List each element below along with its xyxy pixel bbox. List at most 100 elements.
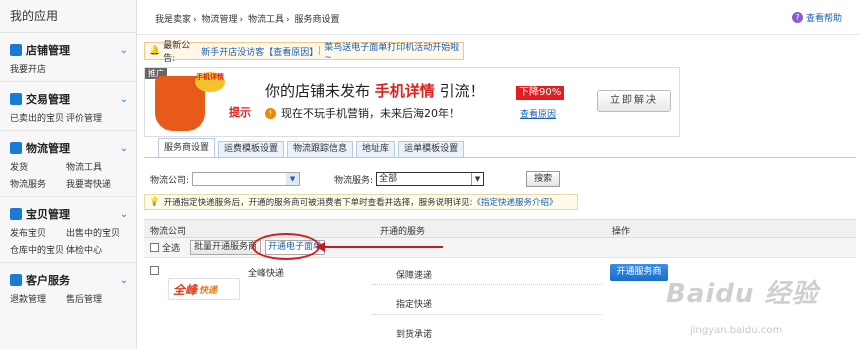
sidebar-section-header[interactable]: 物流管理 ⌄ (10, 138, 128, 158)
sidebar-section-title: 宝贝管理 (26, 208, 70, 221)
batch-open-button[interactable]: 批量开通服务商 (190, 240, 262, 255)
sidebar-link-on-sale[interactable]: 出售中的宝贝 (66, 226, 126, 239)
tab-tracking[interactable]: 物流跟踪信息 (287, 141, 354, 158)
sidebar-link-logistics-tools[interactable]: 物流工具 (66, 160, 126, 173)
service-item: 指定快递 (396, 300, 433, 310)
banner-headline: 你的店铺未发布 手机详情 引流！ (265, 82, 485, 100)
sidebar-section-items: 宝贝管理 ⌄ 发布宝贝 出售中的宝贝 仓库中的宝贝 体检中心 (0, 197, 136, 263)
sidebar: 我的应用 店铺管理 ⌄ 我要开店 交易管理 ⌄ 已卖出的宝贝 评价管理 物流管理… (0, 0, 137, 349)
discount-badge: 下降90% (516, 86, 565, 100)
service-icon (10, 274, 22, 286)
sidebar-section-title: 店铺管理 (26, 44, 70, 57)
select-all-checkbox[interactable] (150, 243, 159, 252)
tab-bar: 服务商设置 运费模板设置 物流跟踪信息 地址库 运单模板设置 (158, 138, 467, 158)
sidebar-link-after-sales[interactable]: 售后管理 (66, 292, 126, 305)
announcement-prefix: 最新公告: (163, 41, 191, 64)
chevron-down-icon[interactable]: ⌄ (120, 275, 128, 286)
tab-waybill-template[interactable]: 运单模板设置 (398, 141, 465, 158)
chevron-down-icon: ▼ (471, 173, 483, 185)
chevron-down-icon[interactable]: ⌄ (120, 94, 128, 105)
highlight-circle (252, 233, 320, 260)
sidebar-section-store: 店铺管理 ⌄ 我要开店 (0, 33, 136, 82)
service-select-value: 全部 (379, 174, 398, 184)
column-header: 操作 (612, 227, 631, 237)
breadcrumb-item[interactable]: 物流管理 (202, 15, 238, 25)
mobile-detail-tag: 手机详情 (195, 72, 225, 92)
sidebar-section-header[interactable]: 宝贝管理 ⌄ (10, 204, 128, 224)
column-header: 开通的服务 (380, 227, 426, 237)
chevron-down-icon[interactable]: ⌄ (120, 45, 128, 56)
sidebar-link-reviews[interactable]: 评价管理 (66, 111, 126, 124)
filter-bar: 物流公司: ▼ 物流服务: 全部 ▼ 搜索 (150, 171, 561, 187)
row-checkbox[interactable] (150, 266, 159, 275)
sidebar-section-header[interactable]: 客户服务 ⌄ (10, 270, 128, 290)
breadcrumb-item[interactable]: 我是卖家 (155, 15, 191, 25)
company-select[interactable]: ▼ (192, 172, 301, 186)
divider (372, 284, 602, 285)
trade-icon (10, 93, 22, 105)
service-item: 保障速递 (396, 271, 433, 281)
banner-subline: ! 现在不玩手机营销，未来后海20年！ (265, 105, 460, 121)
chevron-down-icon[interactable]: ⌄ (120, 143, 128, 154)
chevron-down-icon[interactable]: ⌄ (120, 209, 128, 220)
sidebar-section-service: 客户服务 ⌄ 退款管理 售后管理 (0, 263, 136, 311)
select-all-label: 全选 (162, 244, 181, 254)
divider (372, 314, 602, 315)
sidebar-link-warehouse[interactable]: 仓库中的宝贝 (10, 243, 66, 256)
table-toolbar: 全选 批量开通服务商 开通电子面单 (144, 238, 856, 258)
sidebar-section-title: 交易管理 (26, 93, 70, 106)
tip-link[interactable]: 《指定快递服务介绍》 (472, 196, 557, 208)
announcement-link[interactable]: 新手开店没访客【查看原因】 (201, 45, 318, 58)
courier-name: 全峰快递 (248, 269, 285, 279)
shirt-icon (10, 208, 22, 220)
open-provider-button[interactable]: 开通服务商 (610, 264, 668, 281)
view-reason-link[interactable]: 查看原因 (520, 107, 556, 120)
info-tip: 💡 开通指定快递服务后，开通的服务商可被消费者下单时查看并选择，服务说明详见: … (144, 194, 578, 210)
sidebar-section-logistics: 物流管理 ⌄ 发货 物流工具 物流服务 我要寄快递 (0, 131, 136, 197)
store-icon (10, 44, 22, 56)
arrow-head-icon (316, 242, 325, 252)
top-bar: 我是卖家 › 物流管理 › 物流工具 › 服务商设置 ? 查看帮助 (137, 0, 860, 35)
tab-freight-template[interactable]: 运费模板设置 (218, 141, 285, 158)
sidebar-link-checkup[interactable]: 体检中心 (66, 243, 126, 256)
sidebar-link-sold-items[interactable]: 已卖出的宝贝 (10, 111, 66, 124)
sidebar-link-logistics-service[interactable]: 物流服务 (10, 177, 66, 190)
promo-banner: 推广 手机详情 提示 你的店铺未发布 手机详情 引流！ ! 现在不玩手机营销，未… (144, 67, 680, 137)
sidebar-link-publish[interactable]: 发布宝贝 (10, 226, 66, 239)
announcement-bar: 🔔 最新公告: 新手开店没访客【查看原因】 | 菜鸟送电子面单打印机活动开始啦~ (144, 40, 464, 64)
service-item: 到货承诺 (396, 330, 433, 340)
sidebar-link-send-express[interactable]: 我要寄快递 (66, 177, 126, 190)
breadcrumb-item[interactable]: 物流工具 (248, 15, 284, 25)
sidebar-link-ship[interactable]: 发货 (10, 160, 66, 173)
question-icon: ? (791, 12, 803, 23)
tab-service-provider[interactable]: 服务商设置 (158, 138, 216, 158)
sidebar-link-open-store[interactable]: 我要开店 (10, 62, 66, 75)
help-link[interactable]: ? 查看帮助 (791, 11, 842, 24)
announcement-link[interactable]: 菜鸟送电子面单打印机活动开始啦~ (324, 40, 463, 63)
table-header: 物流公司 开通的服务 操作 (144, 219, 856, 238)
watermark-url: jingyan.baidu.com (690, 325, 783, 336)
separator: | (318, 46, 322, 56)
tab-address[interactable]: 地址库 (356, 141, 396, 158)
sidebar-section-trade: 交易管理 ⌄ 已卖出的宝贝 评价管理 (0, 82, 136, 131)
service-select[interactable]: 全部 ▼ (376, 172, 485, 186)
truck-icon (10, 142, 22, 154)
banner-tip-label: 提示 (229, 106, 251, 119)
service-label: 物流服务: (334, 175, 374, 186)
breadcrumb: 我是卖家 › 物流管理 › 物流工具 › 服务商设置 (155, 15, 340, 25)
sidebar-section-title: 物流管理 (26, 142, 70, 155)
sidebar-section-header[interactable]: 店铺管理 ⌄ (10, 40, 128, 60)
search-button[interactable]: 搜索 (526, 171, 561, 187)
warning-icon: ! (265, 107, 276, 119)
breadcrumb-item: 服务商设置 (294, 15, 340, 25)
lightbulb-icon: 💡 (149, 197, 160, 207)
sidebar-title: 我的应用 (0, 0, 136, 33)
sidebar-link-refund[interactable]: 退款管理 (10, 292, 66, 305)
solve-now-button[interactable]: 立即解决 (597, 90, 671, 112)
tip-text: 开通指定快递服务后，开通的服务商可被消费者下单时查看并选择，服务说明详见: (163, 198, 473, 208)
sidebar-section-header[interactable]: 交易管理 ⌄ (10, 89, 128, 109)
sidebar-section-title: 客户服务 (26, 274, 70, 287)
bell-icon: 🔔 (149, 46, 161, 56)
tab-divider (144, 157, 856, 158)
column-header: 物流公司 (150, 227, 187, 237)
